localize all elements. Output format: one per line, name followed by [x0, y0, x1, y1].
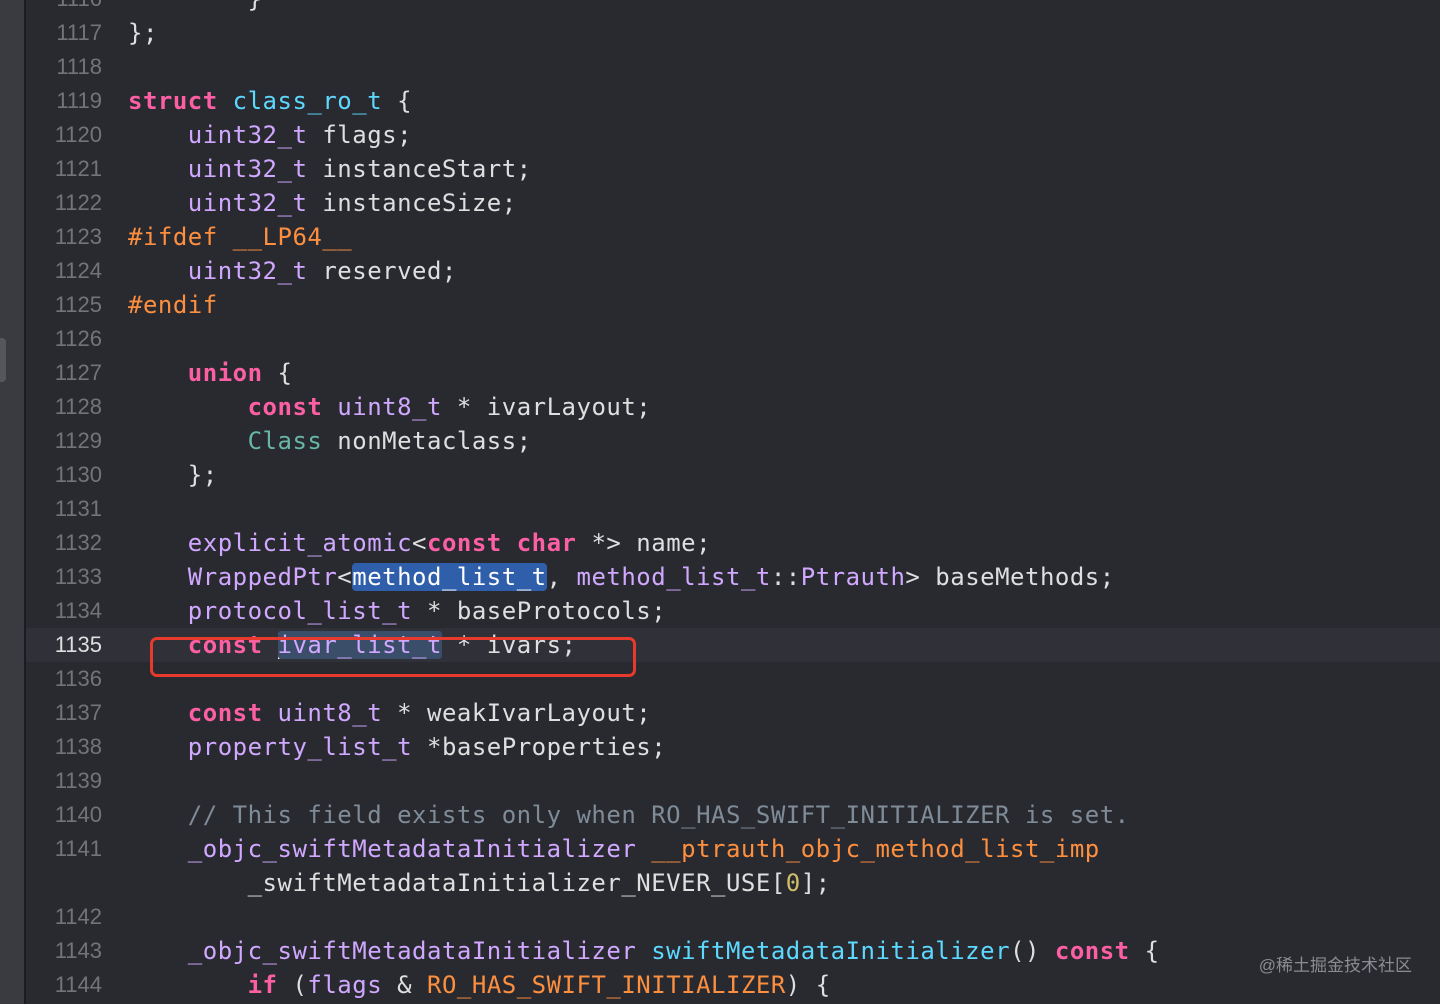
line-number: 1142: [54, 904, 102, 929]
line-number: 1138: [54, 734, 102, 759]
line-number: 1116: [26, 0, 102, 16]
code-line[interactable]: 1132 explicit_atomic<const char *> name;: [26, 526, 1440, 560]
code-line[interactable]: 1139: [26, 764, 1440, 798]
code-line[interactable]: 1131: [26, 492, 1440, 526]
panel-resize-handle[interactable]: [0, 338, 6, 382]
code-text[interactable]: WrappedPtr<method_list_t, method_list_t:…: [128, 560, 1115, 594]
code-line[interactable]: 1140 // This field exists only when RO_H…: [26, 798, 1440, 832]
code-text[interactable]: explicit_atomic<const char *> name;: [128, 526, 711, 560]
code-line[interactable]: 1142: [26, 900, 1440, 934]
code-text[interactable]: protocol_list_t * baseProtocols;: [128, 594, 666, 628]
code-text[interactable]: property_list_t *baseProperties;: [128, 730, 666, 764]
code-text[interactable]: const uint8_t * weakIvarLayout;: [128, 696, 651, 730]
line-number: 1135: [54, 632, 102, 657]
line-number: 1117: [56, 20, 102, 45]
code-text[interactable]: uint32_t instanceStart;: [128, 152, 532, 186]
current-code-line[interactable]: 1135 const ivar_list_t * ivars;: [26, 628, 1440, 662]
code-line[interactable]: 1125 #endif: [26, 288, 1440, 322]
line-number: 1140: [54, 802, 102, 827]
code-line[interactable]: 1126: [26, 322, 1440, 356]
code-text[interactable]: #ifdef __LP64__: [128, 220, 352, 254]
code-line[interactable]: 1120 uint32_t flags;: [26, 118, 1440, 152]
code-text[interactable]: const ivar_list_t * ivars;: [128, 628, 577, 662]
line-number: 1118: [56, 54, 102, 79]
code-editor[interactable]: 1116 } 1117 }; 1118 1119 struct class_ro…: [0, 0, 1440, 1004]
line-number: 1141: [54, 836, 102, 861]
code-line[interactable]: 1124 uint32_t reserved;: [26, 254, 1440, 288]
code-text[interactable]: #endif: [128, 288, 218, 322]
code-text[interactable]: };: [128, 16, 158, 50]
code-text[interactable]: uint32_t instanceSize;: [128, 186, 517, 220]
code-text[interactable]: _objc_swiftMetadataInitializer swiftMeta…: [128, 934, 1160, 968]
code-line[interactable]: 1128 const uint8_t * ivarLayout;: [26, 390, 1440, 424]
line-number: 1129: [54, 428, 102, 453]
navigator-edge: [0, 0, 26, 1004]
line-number: 1143: [54, 938, 102, 963]
code-text[interactable]: Class nonMetaclass;: [128, 424, 532, 458]
code-line[interactable]: 1119 struct class_ro_t {: [26, 84, 1440, 118]
selected-symbol[interactable]: ivar_list_t: [277, 631, 442, 659]
source-lines[interactable]: 1116 } 1117 }; 1118 1119 struct class_ro…: [26, 0, 1440, 1002]
code-text[interactable]: _swiftMetadataInitializer_NEVER_USE[0];: [128, 866, 831, 900]
line-number: 1127: [54, 360, 102, 385]
line-number: 1120: [54, 122, 102, 147]
code-line-wrapped[interactable]: _swiftMetadataInitializer_NEVER_USE[0];: [26, 866, 1440, 900]
line-number: 1124: [54, 258, 102, 283]
line-number: 1132: [54, 530, 102, 555]
code-text[interactable]: }: [128, 0, 263, 16]
code-line[interactable]: 1136: [26, 662, 1440, 696]
code-line[interactable]: 1127 union {: [26, 356, 1440, 390]
line-number: 1125: [54, 292, 102, 317]
code-text[interactable]: union {: [128, 356, 292, 390]
code-line[interactable]: 1117 };: [26, 16, 1440, 50]
line-number: 1139: [54, 768, 102, 793]
code-line[interactable]: 1134 protocol_list_t * baseProtocols;: [26, 594, 1440, 628]
code-line[interactable]: 1118: [26, 50, 1440, 84]
code-line[interactable]: 1144 if (flags & RO_HAS_SWIFT_INITIALIZE…: [26, 968, 1440, 1002]
code-line[interactable]: 1121 uint32_t instanceStart;: [26, 152, 1440, 186]
line-number: 1122: [54, 190, 102, 215]
line-number: 1130: [54, 462, 102, 487]
code-line[interactable]: 1116 }: [26, 0, 1440, 16]
code-line[interactable]: 1141 _objc_swiftMetadataInitializer __pt…: [26, 832, 1440, 866]
code-text[interactable]: _objc_swiftMetadataInitializer __ptrauth…: [128, 832, 1100, 866]
code-comment[interactable]: // This field exists only when RO_HAS_SW…: [128, 798, 1130, 832]
code-line[interactable]: 1129 Class nonMetaclass;: [26, 424, 1440, 458]
code-text[interactable]: const uint8_t * ivarLayout;: [128, 390, 651, 424]
code-line[interactable]: 1133 WrappedPtr<method_list_t, method_li…: [26, 560, 1440, 594]
code-text[interactable]: uint32_t reserved;: [128, 254, 457, 288]
line-number: 1136: [54, 666, 102, 691]
line-number: 1123: [54, 224, 102, 249]
watermark: @稀土掘金技术社区: [1258, 956, 1412, 975]
line-number: 1144: [54, 972, 102, 997]
highlighted-symbol[interactable]: method_list_t: [352, 563, 547, 591]
code-text[interactable]: };: [128, 458, 218, 492]
line-number: 1128: [54, 394, 102, 419]
code-text[interactable]: struct class_ro_t {: [128, 84, 412, 118]
line-number: 1133: [54, 564, 102, 589]
code-line[interactable]: 1122 uint32_t instanceSize;: [26, 186, 1440, 220]
code-line[interactable]: 1130 };: [26, 458, 1440, 492]
line-number: 1134: [54, 598, 102, 623]
code-line[interactable]: 1143 _objc_swiftMetadataInitializer swif…: [26, 934, 1440, 968]
line-number: 1126: [54, 326, 102, 351]
code-line[interactable]: 1137 const uint8_t * weakIvarLayout;: [26, 696, 1440, 730]
line-number: 1119: [56, 88, 102, 113]
code-line[interactable]: 1138 property_list_t *baseProperties;: [26, 730, 1440, 764]
code-text[interactable]: if (flags & RO_HAS_SWIFT_INITIALIZER) {: [128, 968, 831, 1002]
code-line[interactable]: 1123 #ifdef __LP64__: [26, 220, 1440, 254]
line-number: 1137: [54, 700, 102, 725]
code-text[interactable]: uint32_t flags;: [128, 118, 412, 152]
line-number: 1131: [54, 496, 102, 521]
line-number: 1121: [54, 156, 102, 181]
